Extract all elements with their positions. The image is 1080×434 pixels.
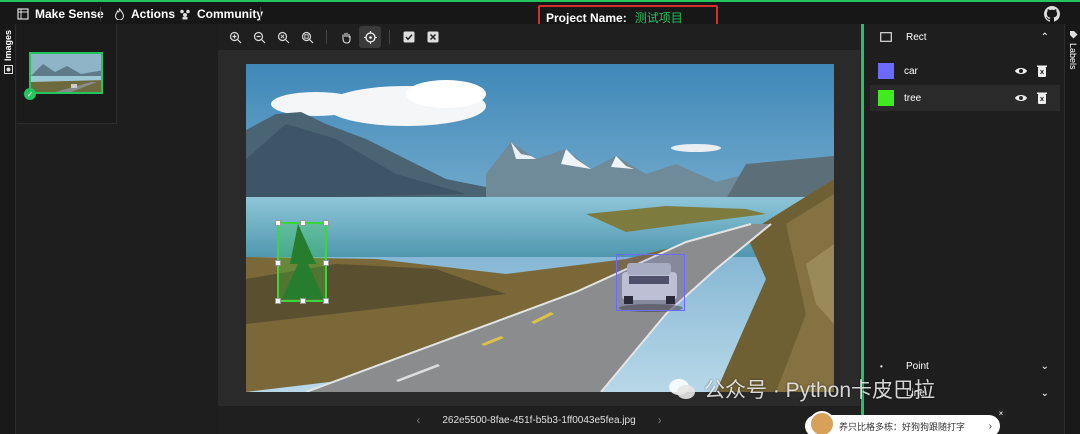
watermark: 公众号 · Python卡皮巴拉 [668, 374, 935, 404]
logo-icon [17, 8, 29, 20]
divider [389, 30, 390, 44]
rect-section-title: Rect [906, 31, 927, 43]
eye-icon[interactable] [1014, 64, 1028, 78]
left-side-tab[interactable]: Images [0, 24, 16, 434]
chevron-right-icon[interactable]: › [989, 421, 992, 432]
github-icon[interactable] [1044, 6, 1060, 22]
x-box-icon[interactable] [422, 26, 444, 48]
rectangle-icon [880, 32, 892, 42]
popup-text: 养只比格多栋：好狗狗跟随打字 [839, 421, 966, 432]
people-icon [180, 9, 190, 20]
completed-check-icon: ✓ [24, 88, 36, 100]
nav-community-label: Community [197, 7, 263, 21]
app-logo[interactable]: Make Sense [17, 5, 104, 23]
wechat-icon [669, 379, 695, 399]
images-tab-label: Images [3, 30, 13, 62]
editor-area: ‹ 262e5500-8fae-451f-b5b3-1ff0043e5fea.j… [218, 24, 860, 434]
chevron-down-icon[interactable]: ⌄ [1041, 361, 1049, 372]
zoom-in-icon[interactable] [224, 26, 246, 48]
zoom-fit-icon[interactable] [272, 26, 294, 48]
resize-handle[interactable] [300, 220, 306, 226]
annotation-canvas[interactable] [246, 64, 834, 392]
resize-handle[interactable] [275, 298, 281, 304]
flame-icon [114, 8, 125, 20]
image-thumbnail[interactable] [29, 52, 103, 94]
resize-handle[interactable] [323, 220, 329, 226]
crosshair-icon[interactable] [359, 26, 381, 48]
zoom-max-icon[interactable] [296, 26, 318, 48]
image-navigation-bar: ‹ 262e5500-8fae-451f-b5b3-1ff0043e5fea.j… [218, 406, 860, 434]
chevron-up-icon[interactable]: ⌃ [1041, 32, 1049, 43]
label-color-swatch[interactable] [878, 90, 894, 106]
point-section-title: Point [906, 360, 929, 372]
image-icon [3, 65, 13, 75]
tree-bounding-box[interactable] [275, 220, 329, 304]
thumbnail-image [31, 54, 101, 92]
labels-tab-label: Labels [1068, 43, 1078, 70]
resize-handle[interactable] [323, 260, 329, 266]
chevron-left-icon[interactable]: ‹ [416, 413, 420, 427]
label-color-swatch[interactable] [878, 63, 894, 79]
resize-handle[interactable] [323, 298, 329, 304]
notification-popup[interactable]: 养只比格多栋：好狗狗跟随打字 › × [805, 407, 1007, 434]
watermark-text: 公众号 · Python卡皮巴拉 [704, 379, 936, 402]
hand-icon[interactable] [335, 26, 357, 48]
trash-icon[interactable] [1036, 91, 1048, 105]
divider [100, 7, 101, 21]
label-row-car[interactable]: car [870, 58, 1060, 84]
top-bar: Make Sense Actions Community Project Nam… [0, 0, 1080, 30]
zoom-out-icon[interactable] [248, 26, 270, 48]
label-name: tree [904, 92, 922, 104]
divider [260, 7, 261, 21]
project-name-label: Project Name: [546, 10, 627, 25]
trash-icon[interactable] [1036, 64, 1048, 78]
nav-community[interactable]: Community [179, 5, 263, 23]
scene-image [246, 64, 834, 392]
rect-section-header[interactable]: Rect ⌃ [864, 25, 1063, 49]
checkbox-icon[interactable] [398, 26, 420, 48]
images-panel: ✓ [17, 24, 117, 124]
car-bounding-box[interactable] [616, 254, 685, 311]
close-icon[interactable]: × [995, 407, 1007, 419]
right-side-tab[interactable]: Labels [1064, 24, 1080, 434]
resize-handle[interactable] [275, 220, 281, 226]
editor-toolbar [218, 24, 860, 50]
label-row-tree[interactable]: tree [870, 85, 1060, 111]
divider [326, 30, 327, 44]
resize-handle[interactable] [300, 298, 306, 304]
chevron-right-icon[interactable]: › [658, 413, 662, 427]
eye-icon[interactable] [1014, 91, 1028, 105]
file-name: 262e5500-8fae-451f-b5b3-1ff0043e5fea.jpg [442, 414, 636, 426]
labels-panel: Rect ⌃ car tree • Point ⌄ ╱ Line ⌄ [861, 24, 1063, 434]
tag-icon [1069, 31, 1077, 39]
app-title: Make Sense [35, 7, 104, 21]
resize-handle[interactable] [275, 260, 281, 266]
point-icon: • [880, 361, 883, 371]
chevron-down-icon[interactable]: ⌄ [1041, 388, 1049, 399]
avatar [809, 411, 835, 434]
nav-actions[interactable]: Actions [114, 5, 175, 23]
nav-actions-label: Actions [131, 7, 176, 21]
label-name: car [904, 65, 918, 77]
